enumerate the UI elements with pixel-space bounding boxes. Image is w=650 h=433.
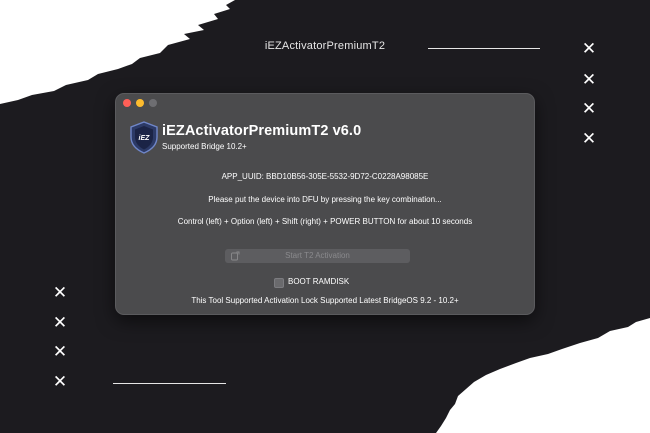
close-x-icon: ✕: [52, 313, 68, 333]
close-x-icon: ✕: [581, 129, 597, 149]
key-combination-text: Control (left) + Option (left) + Shift (…: [177, 217, 473, 226]
app-subtitle: Supported Bridge 10.2+: [162, 142, 247, 151]
torn-paper-top-left: [0, 0, 235, 104]
bottom-divider: [113, 383, 226, 384]
start-button-label: Start T2 Activation: [285, 251, 350, 260]
boot-ramdisk-checkbox[interactable]: [274, 278, 284, 288]
app-window: iEZ iEZActivatorPremiumT2 v6.0 Supported…: [115, 93, 535, 315]
logo-text: iEZ: [139, 135, 151, 142]
close-x-icon: ✕: [52, 283, 68, 303]
close-x-icon: ✕: [581, 70, 597, 90]
app-uuid-text: APP_UUID: BBD10B56-305E-5532-9D72-C0228A…: [221, 172, 429, 181]
close-x-icon: ✕: [52, 342, 68, 362]
boot-ramdisk-label[interactable]: BOOT RAMDISK: [288, 277, 349, 286]
window-close-button[interactable]: [123, 99, 131, 107]
activation-icon: [231, 251, 240, 261]
start-t2-activation-button[interactable]: Start T2 Activation: [225, 249, 410, 263]
window-titlebar[interactable]: [116, 94, 534, 112]
close-x-icon: ✕: [52, 372, 68, 392]
window-zoom-button[interactable]: [149, 99, 157, 107]
banner-title: iEZActivatorPremiumT2: [264, 40, 386, 52]
shield-logo-icon: iEZ: [130, 121, 158, 154]
torn-paper-bottom-right: [436, 318, 650, 433]
close-x-icon: ✕: [581, 39, 597, 59]
dfu-instruction-text: Please put the device into DFU by pressi…: [208, 195, 442, 204]
close-x-icon: ✕: [581, 99, 597, 119]
supported-versions-text: This Tool Supported Activation Lock Supp…: [191, 296, 459, 305]
app-title: iEZActivatorPremiumT2 v6.0: [162, 123, 362, 139]
window-minimize-button[interactable]: [136, 99, 144, 107]
banner-divider: [428, 48, 540, 49]
